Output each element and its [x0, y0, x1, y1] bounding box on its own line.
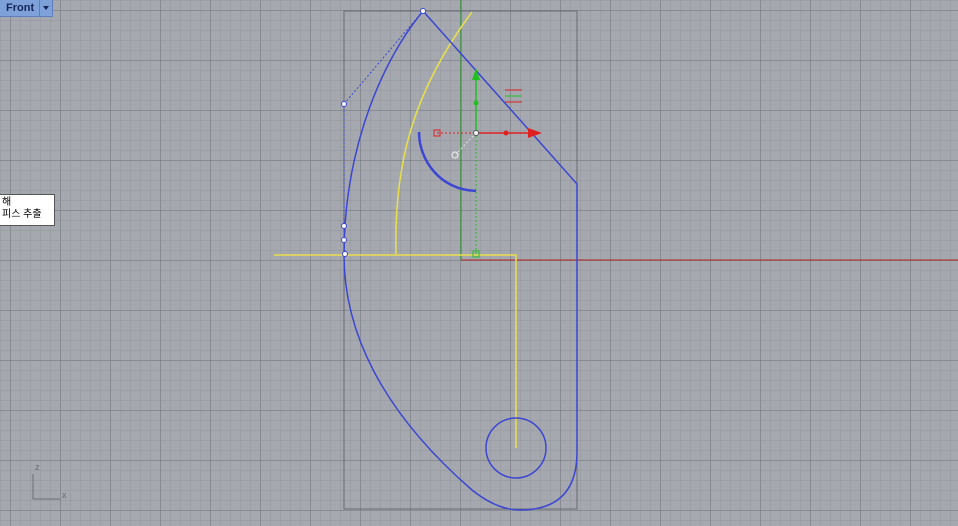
axis-label-x: x [62, 490, 67, 500]
control-point[interactable] [342, 251, 348, 257]
gumball-y-scale-handle[interactable] [473, 100, 479, 106]
gumball-widget[interactable] [433, 68, 542, 258]
control-point[interactable] [341, 237, 347, 243]
scene-canvas[interactable] [0, 0, 958, 526]
command-tooltip: 해 피스 추출 [0, 194, 55, 226]
axis-label-z: z [35, 462, 40, 472]
gumball-menu-icon[interactable] [505, 89, 522, 103]
gumball-x-scale-handle[interactable] [503, 130, 509, 136]
tooltip-line-2: 피스 추출 [2, 209, 42, 220]
viewport-title[interactable]: Front [0, 0, 39, 16]
gumball-rotate-dashed [455, 132, 477, 155]
axis-indicator-icon [32, 474, 60, 500]
control-point[interactable] [420, 8, 426, 14]
front-viewport[interactable]: z x Front 해 피스 추출 [0, 0, 958, 526]
control-point[interactable] [341, 223, 347, 229]
viewport-menu-button[interactable] [39, 0, 52, 16]
control-points[interactable] [341, 8, 426, 257]
control-point[interactable] [341, 101, 347, 107]
yellow-guide-line[interactable] [274, 254, 517, 448]
viewport-title-tab[interactable]: Front [0, 0, 54, 17]
tooltip-line-1: 해 [2, 197, 12, 208]
chevron-down-icon [43, 6, 50, 10]
gumball-rotate-handle[interactable] [451, 151, 459, 159]
control-polygon [343, 10, 424, 255]
inner-arc[interactable] [417, 131, 477, 193]
